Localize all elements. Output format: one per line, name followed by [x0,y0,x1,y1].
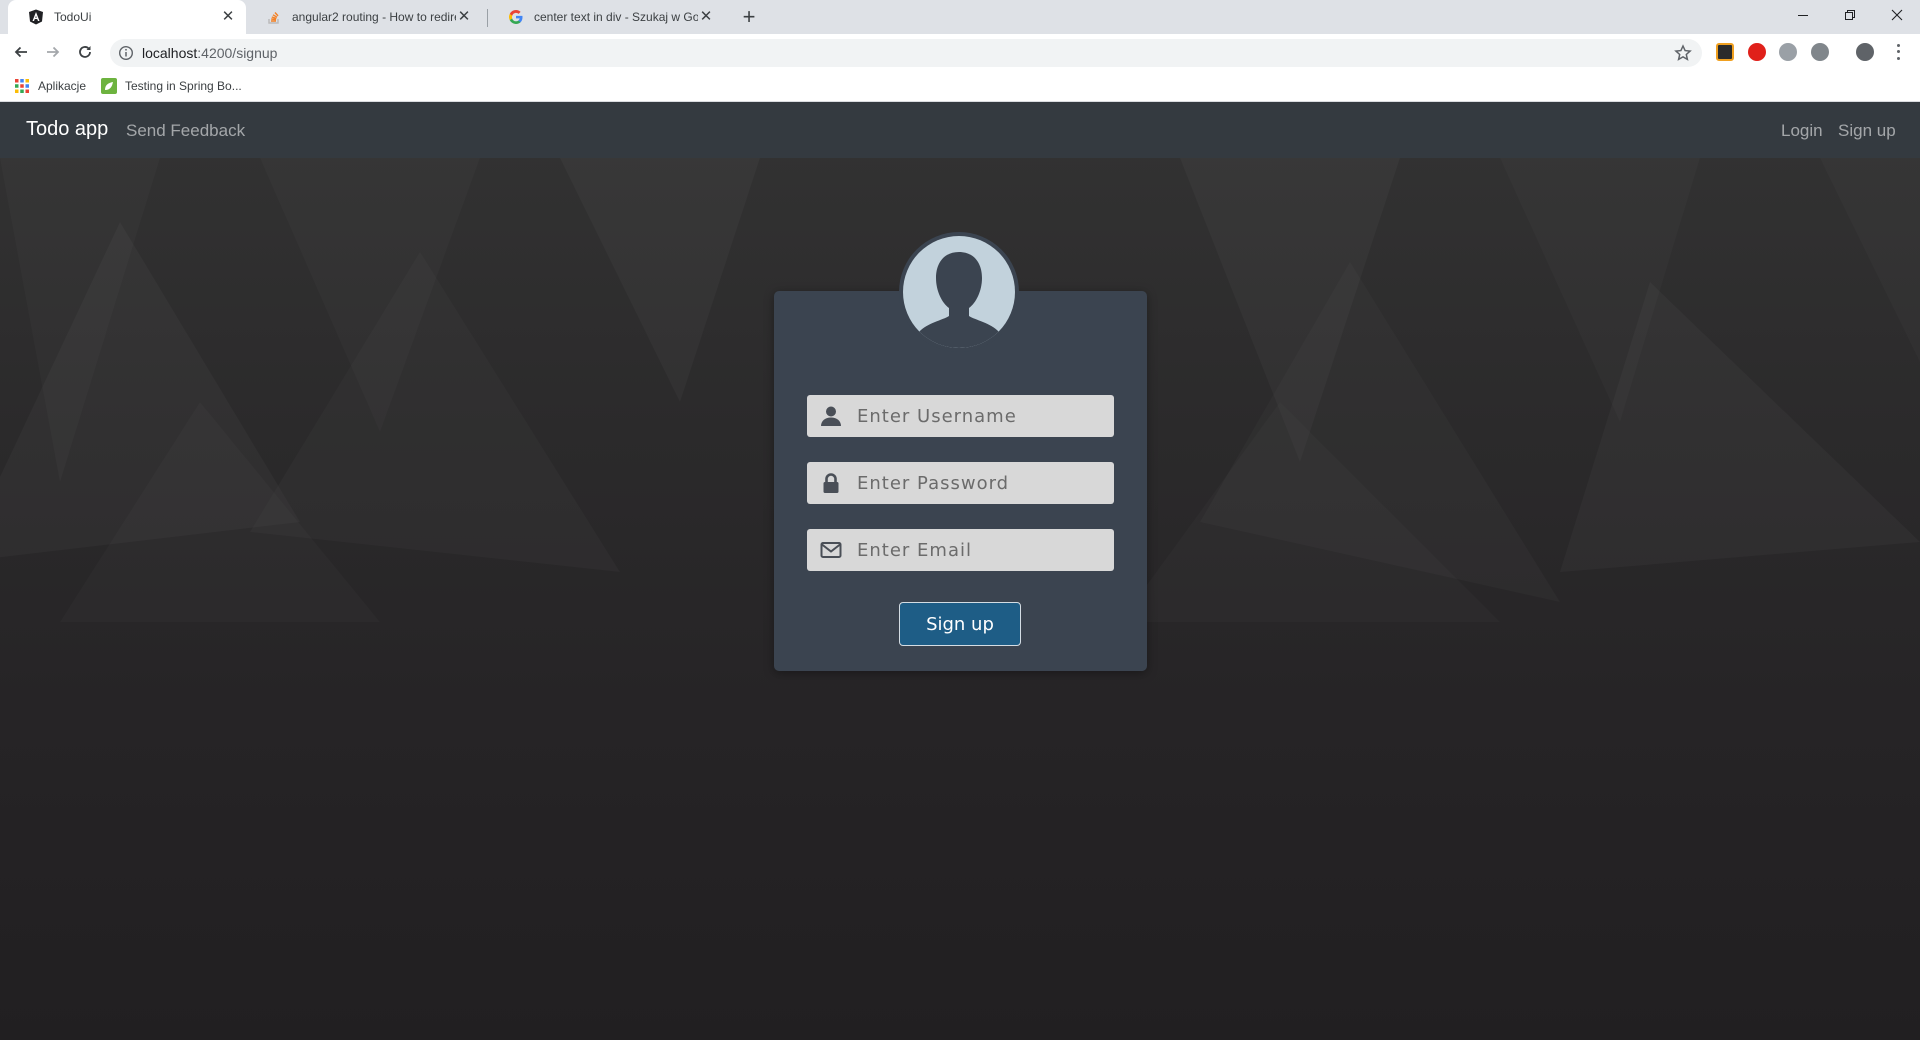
bookmark-star-icon[interactable] [1674,44,1692,62]
lock-icon [819,471,843,495]
navbar-brand[interactable]: Todo app [26,118,108,141]
extension-icon[interactable] [1779,43,1797,61]
forward-arrow-icon [47,46,60,58]
forward-button[interactable] [39,38,67,66]
close-tab-icon[interactable]: ✕ [698,9,714,25]
stackoverflow-icon [266,9,282,25]
page-viewport: Todo app Send Feedback Login Sign up Sig… [0,102,1920,1040]
tab-todoui[interactable]: TodoUi ✕ [8,0,246,34]
apps-grid-icon [15,79,29,93]
restore-window-button[interactable] [1827,0,1873,30]
browser-tab-strip: TodoUi ✕ angular2 routing - How to redir… [0,0,1920,34]
app-navbar: Todo app Send Feedback Login Sign up [0,102,1920,158]
avatar [899,232,1019,352]
close-tab-icon[interactable]: ✕ [456,9,472,25]
angular-icon [28,9,44,25]
browser-menu-button[interactable] [1892,42,1904,62]
menu-dot-icon [1896,50,1900,54]
nav-link-sign-up[interactable]: Sign up [1838,121,1896,141]
envelope-icon [819,538,843,562]
bookmark-label: Testing in Spring Bo... [125,79,242,93]
tab-title: TodoUi [54,10,92,24]
bookmark-apps[interactable]: Aplikacje [14,76,86,96]
close-window-button[interactable] [1874,0,1920,30]
bookmarks-bar: Aplikacje Testing in Spring Bo... [0,70,1920,102]
address-bar[interactable]: localhost:4200/signup [110,39,1702,67]
password-field[interactable] [807,462,1114,504]
tab-title: angular2 routing - How to redire [292,10,456,24]
adblock-extension-icon[interactable] [1748,43,1766,61]
reload-icon [79,46,91,58]
user-icon [819,404,843,428]
nav-link-login[interactable]: Login [1781,121,1823,141]
close-tab-icon[interactable]: ✕ [220,9,236,25]
back-arrow-icon [14,46,27,58]
bookmark-testing-spring[interactable]: Testing in Spring Bo... [101,76,242,96]
signup-button[interactable]: Sign up [899,602,1021,646]
email-field[interactable] [807,529,1114,571]
url-text: localhost:4200/signup [142,45,278,61]
menu-dot-icon [1896,43,1900,47]
minimize-window-button[interactable] [1780,0,1826,30]
tab-title: center text in div - Szukaj w Goo [534,10,698,24]
reload-button[interactable] [71,38,99,66]
username-field[interactable] [807,395,1114,437]
back-button[interactable] [7,38,35,66]
new-tab-button[interactable]: + [736,4,762,30]
user-silhouette-icon [903,236,1015,348]
email-input[interactable] [857,529,1114,571]
nav-link-send-feedback[interactable]: Send Feedback [126,121,245,141]
google-icon [508,9,524,25]
tab-stackoverflow[interactable]: angular2 routing - How to redire ✕ [246,0,482,34]
password-input[interactable] [857,462,1114,504]
bookmark-label: Aplikacje [38,79,87,93]
info-icon[interactable] [118,45,134,61]
browser-toolbar: localhost:4200/signup [0,34,1920,70]
spring-leaf-icon [101,78,117,94]
username-input[interactable] [857,395,1114,437]
menu-dot-icon [1896,57,1900,61]
profile-avatar-icon[interactable] [1856,43,1874,61]
tab-google[interactable]: center text in div - Szukaj w Goo ✕ [488,0,724,34]
extension-icon[interactable] [1716,43,1734,61]
extension-icon[interactable] [1811,43,1829,61]
